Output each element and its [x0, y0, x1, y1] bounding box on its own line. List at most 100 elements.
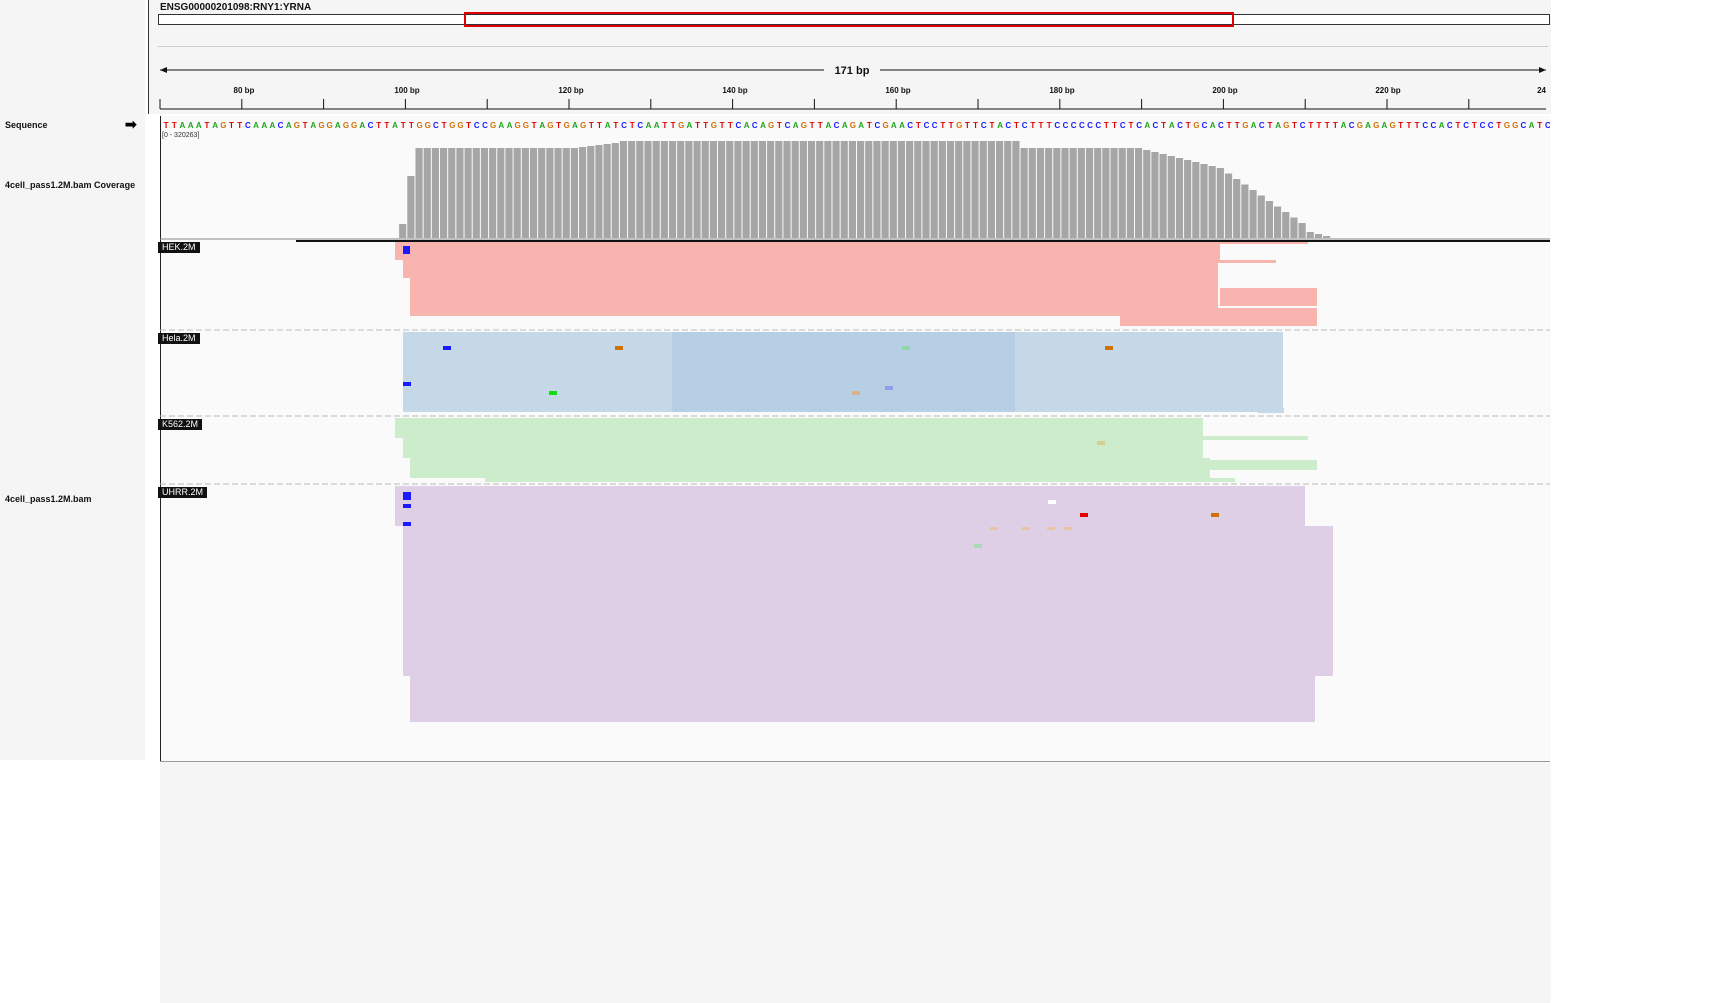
read-block-uhrr: [1203, 568, 1243, 648]
coverage-bar: [415, 148, 423, 238]
mismatch-mark: [902, 346, 910, 350]
read-block-uhrr: [403, 526, 1333, 676]
track-name-panel: [0, 0, 145, 760]
coverage-bar: [914, 141, 922, 238]
read-block-uhrr: [395, 486, 1305, 526]
coverage-bar: [1020, 148, 1028, 238]
coverage-bar: [922, 141, 930, 238]
empty-feature-panel[interactable]: [160, 761, 1550, 1003]
coverage-bar: [431, 148, 439, 238]
ruler-tick-label: 160 bp: [885, 86, 910, 95]
coverage-bar: [1110, 148, 1118, 238]
coverage-bar: [660, 141, 668, 238]
mismatch-mark: [403, 504, 411, 508]
coverage-bar: [1126, 148, 1134, 238]
coverage-bar: [742, 141, 750, 238]
alignment-track[interactable]: [160, 238, 1550, 738]
mismatch-mark: [1022, 527, 1030, 530]
coverage-bar: [611, 143, 619, 238]
coverage-bar: [873, 141, 881, 238]
mismatch-mark: [549, 391, 557, 395]
coverage-bar: [946, 141, 955, 238]
coverage-bar: [628, 141, 636, 238]
read-block-hek: [1220, 288, 1317, 306]
coverage-bar: [824, 141, 832, 238]
coverage-bar: [840, 141, 848, 238]
coverage-bar: [1143, 150, 1151, 238]
read-block-k562: [403, 438, 1203, 458]
coverage-bar: [1151, 152, 1159, 238]
coverage-bar: [652, 141, 660, 238]
mismatch-mark: [1048, 500, 1056, 504]
coverage-bar: [1241, 184, 1249, 238]
coverage-bar: [1175, 158, 1184, 238]
coverage-bar: [930, 141, 938, 238]
ruler-tick-label: 24: [1537, 86, 1546, 95]
coverage-bar: [1053, 148, 1061, 238]
coverage-bar: [579, 147, 587, 238]
coverage-bar: [906, 141, 914, 238]
read-block-hek: [1120, 308, 1317, 326]
coverage-bar: [440, 148, 448, 238]
mismatch-mark: [852, 391, 860, 395]
read-block-hek: [410, 278, 1218, 316]
coverage-bar: [570, 148, 578, 238]
ruler-tick-label: 100 bp: [394, 86, 419, 95]
coverage-bar: [938, 141, 946, 238]
right-arrow-icon[interactable]: ➡: [125, 116, 137, 133]
coverage-bar: [1265, 201, 1273, 238]
coverage-bar: [726, 141, 734, 238]
coverage-bar: [546, 148, 554, 238]
coverage-track-name[interactable]: 4cell_pass1.2M.bam Coverage: [5, 180, 135, 190]
mismatch-mark: [615, 346, 623, 350]
ruler[interactable]: 171 bp 80 bp 100 bp 120 bp 140 bp 160 bp 180 …: [158, 46, 1548, 113]
coverage-bar: [399, 224, 407, 238]
gene-locus-label: ENSG00000201098:RNY1:YRNA: [160, 2, 312, 13]
sample-tag-k562: K562.2M: [158, 419, 203, 430]
coverage-bar: [848, 141, 856, 238]
coverage-bar: [1102, 148, 1110, 238]
coverage-bar: [1249, 190, 1257, 238]
coverage-bar: [1200, 164, 1208, 238]
coverage-bar: [1274, 206, 1282, 238]
coverage-bar: [734, 141, 742, 238]
coverage-bar: [758, 141, 767, 238]
coverage-bar: [783, 141, 791, 238]
coverage-bar: [1085, 148, 1094, 238]
current-region-box[interactable]: [464, 12, 1234, 27]
coverage-bar: [816, 141, 824, 238]
coverage-bar: [505, 148, 513, 238]
read-block-hek: [395, 242, 1220, 260]
coverage-bar: [619, 141, 628, 238]
coverage-bar: [857, 141, 865, 238]
coverage-bar: [791, 141, 799, 238]
coverage-bar: [775, 141, 783, 238]
coverage-bar: [889, 141, 897, 238]
coverage-bar: [709, 141, 717, 238]
coverage-bar: [456, 148, 464, 238]
coverage-bar: [464, 148, 472, 238]
read-block-uhrr: [1205, 528, 1285, 568]
mismatch-mark: [403, 522, 411, 526]
mismatch-mark: [1064, 527, 1072, 530]
coverage-bar: [987, 141, 995, 238]
coverage-bar: [1045, 148, 1053, 238]
coverage-bar: [1167, 156, 1175, 238]
sample-tag-uhrr: UHRR.2M: [158, 487, 208, 498]
coverage-bar: [603, 144, 611, 238]
coverage-track[interactable]: [160, 128, 1550, 240]
coverage-bar: [832, 141, 840, 238]
coverage-bar: [1094, 148, 1102, 238]
coverage-bar: [750, 141, 758, 238]
sample-tag-hela: Hela.2M: [158, 333, 200, 344]
coverage-bar: [807, 141, 816, 238]
sequence-track-name[interactable]: Sequence: [5, 120, 48, 130]
coverage-bar: [1036, 148, 1045, 238]
alignment-track-name[interactable]: 4cell_pass1.2M.bam: [5, 494, 92, 504]
mismatch-mark: [403, 382, 411, 386]
read-block-k562: [485, 478, 1235, 482]
coverage-bar: [955, 141, 963, 238]
coverage-bar: [587, 146, 595, 238]
coverage-bar: [685, 141, 693, 238]
read-block-hela: [672, 332, 1015, 412]
